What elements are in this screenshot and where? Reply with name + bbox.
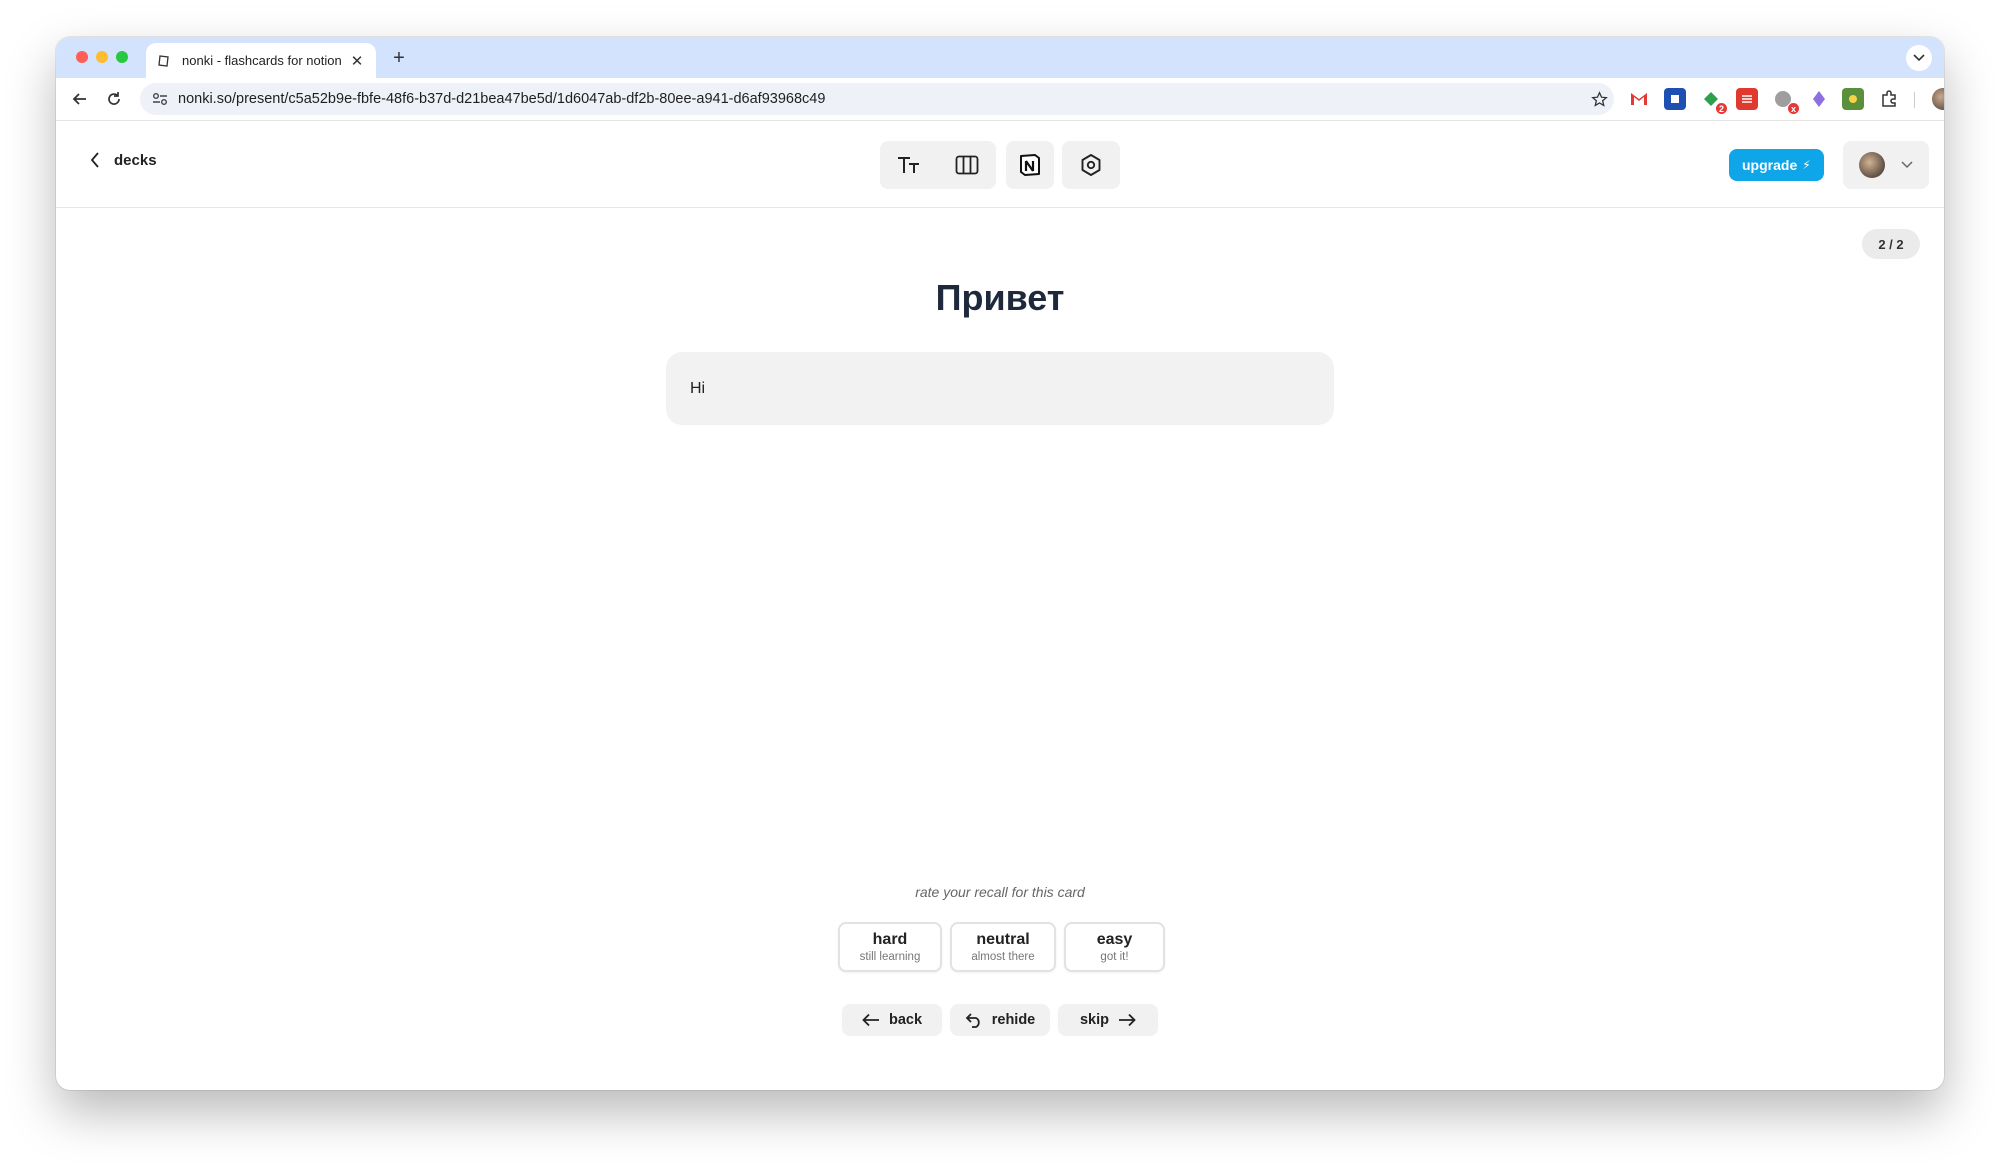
settings-button[interactable]	[1062, 141, 1120, 189]
tab-search-button[interactable]	[1906, 45, 1932, 71]
minimize-window-button[interactable]	[96, 51, 108, 63]
nonki-favicon-icon	[156, 53, 172, 69]
close-window-button[interactable]	[76, 51, 88, 63]
url-text: nonki.so/present/c5a52b9e-fbfe-48f6-b37d…	[178, 91, 826, 107]
card-answer-box: Hi	[666, 352, 1334, 425]
user-avatar	[1859, 152, 1885, 178]
back-to-decks-link[interactable]: decks	[90, 151, 157, 169]
settings-tool-group	[1062, 141, 1120, 189]
rate-neutral-label: neutral	[976, 931, 1030, 948]
card-answer-text: Hi	[690, 379, 706, 397]
view-tool-group	[880, 141, 996, 189]
browser-back-button[interactable]	[66, 85, 94, 113]
rate-neutral-button[interactable]: neutral almost there	[950, 922, 1056, 972]
text-size-button[interactable]	[880, 141, 938, 189]
rehide-label: rehide	[991, 1012, 1036, 1028]
card-question: Привет	[935, 277, 1065, 318]
lightning-icon: ⚡	[1802, 158, 1811, 172]
extension-image-icon[interactable]	[1842, 88, 1864, 110]
chevron-left-icon	[90, 152, 99, 168]
rating-prompt: rate your recall for this card	[915, 884, 1085, 900]
back-label: back	[888, 1012, 923, 1028]
new-tab-button[interactable]: +	[386, 45, 412, 71]
profile-menu-button[interactable]	[1843, 141, 1929, 189]
rate-hard-button[interactable]: hard still learning	[838, 922, 942, 972]
notion-tool-group	[1006, 141, 1054, 189]
rating-buttons: hard still learning neutral almost there…	[838, 922, 1165, 972]
notion-icon	[1020, 154, 1040, 176]
chevron-down-icon	[1901, 161, 1913, 169]
tab-close-icon[interactable]: ✕	[348, 52, 366, 70]
text-size-icon	[898, 157, 919, 173]
address-bar[interactable]: nonki.so/present/c5a52b9e-fbfe-48f6-b37d…	[140, 83, 1614, 115]
browser-tab[interactable]: nonki - flashcards for notion ✕	[146, 43, 376, 78]
rate-hard-label: hard	[872, 931, 908, 948]
skip-label: skip	[1079, 1012, 1109, 1028]
rate-easy-button[interactable]: easy got it!	[1064, 922, 1165, 972]
site-info-icon[interactable]	[150, 92, 170, 106]
arrow-right-icon	[1119, 1013, 1136, 1027]
extension-purple-icon[interactable]	[1808, 88, 1830, 110]
reload-button[interactable]	[100, 85, 128, 113]
browser-profile-avatar[interactable]	[1932, 88, 1944, 110]
browser-toolbar: nonki.so/present/c5a52b9e-fbfe-48f6-b37d…	[56, 78, 1944, 121]
gmail-extension-icon[interactable]	[1628, 88, 1650, 110]
extension-badge: x	[1787, 102, 1800, 115]
extension-grey-icon[interactable]: x	[1772, 88, 1800, 115]
card-actions: back rehide skip	[842, 1004, 1158, 1036]
rate-easy-sublabel: got it!	[1100, 951, 1129, 963]
maximize-window-button[interactable]	[116, 51, 128, 63]
window-controls	[76, 51, 128, 63]
chevron-down-icon	[1913, 54, 1925, 62]
toolbar-divider	[1914, 92, 1915, 108]
open-in-notion-button[interactable]	[1006, 141, 1054, 189]
upgrade-button[interactable]: upgrade ⚡	[1729, 149, 1824, 181]
columns-icon	[955, 155, 979, 175]
extension-badge: 2	[1715, 102, 1728, 115]
reload-icon	[108, 92, 120, 105]
tab-title: nonki - flashcards for notion	[182, 53, 342, 68]
extensions-puzzle-icon[interactable]	[1878, 88, 1900, 110]
undo-icon	[965, 1013, 980, 1028]
skip-button[interactable]: skip	[1058, 1004, 1158, 1036]
app-header: decks upgrade ⚡	[56, 121, 1944, 208]
arrow-left-icon	[72, 93, 86, 105]
extension-green-icon[interactable]: 2	[1700, 88, 1728, 115]
arrow-left-icon	[862, 1013, 879, 1027]
rate-neutral-sublabel: almost there	[971, 951, 1035, 963]
browser-window: nonki - flashcards for notion ✕ + nonki.…	[56, 37, 1944, 1090]
back-button[interactable]: back	[842, 1004, 942, 1036]
upgrade-label: upgrade	[1742, 157, 1798, 173]
card-counter: 2 / 2	[1862, 229, 1920, 259]
columns-layout-button[interactable]	[938, 141, 996, 189]
back-to-decks-label: decks	[114, 151, 157, 169]
bookmark-star-icon[interactable]	[1584, 90, 1614, 108]
settings-hexagon-icon	[1081, 154, 1101, 176]
rehide-button[interactable]: rehide	[950, 1004, 1050, 1036]
rate-easy-label: easy	[1096, 931, 1133, 948]
rate-hard-sublabel: still learning	[859, 951, 921, 963]
todoist-extension-icon[interactable]	[1736, 88, 1758, 110]
extension-blue-icon[interactable]	[1664, 88, 1686, 110]
tab-strip: nonki - flashcards for notion ✕ +	[56, 37, 1944, 78]
